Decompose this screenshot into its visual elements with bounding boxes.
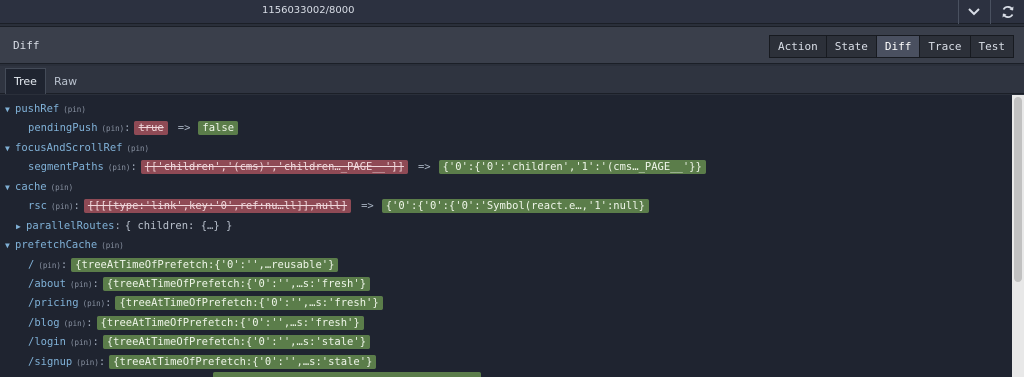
tree-node-prefetch-entry: / (pin): {treeAtTimeOfPrefetch:{'0':'',…… [28, 256, 339, 274]
node-key: /login [28, 336, 66, 348]
tree-node-focusandscrollref[interactable]: ▼ focusAndScrollRef (pin) [5, 139, 149, 157]
pin-label[interactable]: (pin) [38, 261, 61, 270]
monitor-header: Diff Action State Diff Trace Test [0, 26, 1024, 64]
pin-label[interactable]: (pin) [63, 105, 86, 114]
expanded-arrow-icon: ▼ [5, 240, 10, 250]
tree-node-rsc: rsc (pin): [[[[type:'link',key:'0',ref:n… [28, 197, 649, 215]
tab-raw[interactable]: Raw [46, 68, 85, 94]
scrollbar-thumb[interactable] [1014, 97, 1022, 282]
added-value: {treeAtTimeOfPrefetch:{'0':'',…reusable'… [71, 258, 339, 272]
tab-test[interactable]: Test [970, 36, 1013, 57]
node-key: cache [15, 181, 47, 193]
tree-node-prefetchcache[interactable]: ▼ prefetchCache (pin) [5, 236, 124, 254]
pin-label[interactable]: (pin) [126, 144, 149, 153]
node-key: /pricing [28, 297, 79, 309]
monitor-title: Diff [13, 39, 40, 52]
instance-dropdown-button[interactable] [958, 0, 988, 24]
node-key: pendingPush [28, 122, 98, 134]
removed-value: [[[[type:'link',key:'0',ref:nu…ll]],null… [83, 199, 352, 213]
tab-tree[interactable]: Tree [5, 68, 46, 94]
diff-arrow: => [361, 200, 374, 212]
removed-value: [['children','(cms)','children…_PAGE__']… [140, 160, 408, 174]
pin-label[interactable]: (pin) [64, 319, 87, 328]
diff-arrow: => [177, 122, 191, 134]
sync-button[interactable] [990, 0, 1024, 24]
pin-label[interactable]: (pin) [83, 299, 106, 308]
tab-diff[interactable]: Diff [876, 36, 921, 57]
expanded-arrow-icon: ▼ [5, 104, 10, 114]
expanded-arrow-icon: ▼ [5, 182, 10, 192]
tab-trace[interactable]: Trace [920, 36, 971, 57]
sync-icon [1002, 6, 1013, 18]
tree-node-prefetch-entry: /about (pin): {treeAtTimeOfPrefetch:{'0'… [28, 275, 371, 293]
pin-label[interactable]: (pin) [101, 241, 124, 250]
node-key: focusAndScrollRef [15, 142, 123, 154]
node-key: /about [28, 278, 66, 290]
diff-tree: ▼ pushRef (pin) pendingPush (pin): true … [0, 95, 1012, 377]
node-preview: { children: {…} } [124, 220, 233, 232]
added-value: {treeAtTimeOfPrefetch:{'0':'',…s:'fresh'… [115, 296, 383, 310]
view-tabs: Tree Raw [0, 66, 1024, 94]
node-key: pushRef [15, 103, 60, 115]
removed-value: true [134, 121, 168, 135]
tree-node-pushref[interactable]: ▼ pushRef (pin) [5, 100, 86, 118]
pin-label[interactable]: (pin) [51, 202, 74, 211]
node-key: prefetchCache [15, 239, 98, 251]
monitor-tabs: Action State Diff Trace Test [769, 35, 1014, 58]
added-value: {treeAtTimeOfPrefetch:{'0':'',…s:'stale'… [109, 355, 377, 369]
node-key: /signup [28, 356, 73, 368]
node-key: segmentPaths [28, 161, 104, 173]
node-key: parallelRoutes [26, 220, 115, 232]
node-key: /blog [28, 317, 60, 329]
expanded-arrow-icon: ▼ [5, 143, 10, 153]
tab-state[interactable]: State [826, 36, 877, 57]
added-value: {treeAtTimeOfPrefetch:{'0':'',…s:'fresh'… [102, 277, 371, 291]
tree-node-prefetch-entry-partial [213, 372, 481, 377]
tree-node-prefetch-entry: /blog (pin): {treeAtTimeOfPrefetch:{'0':… [28, 314, 364, 332]
tree-node-pendingpush: pendingPush (pin): true => false [28, 119, 239, 137]
pin-label[interactable]: (pin) [51, 183, 74, 192]
tree-node-parallelroutes[interactable]: ▶ parallelRoutes: { children: {…} } [16, 217, 232, 235]
chevron-down-icon [967, 8, 980, 16]
added-value: {'0':{'0':'children','1':'(cms…_PAGE__'}… [438, 160, 706, 174]
pin-label[interactable]: (pin) [70, 280, 93, 289]
added-value: {'0':{'0':{'0':'Symbol(react.e…,'1':null… [381, 199, 649, 213]
node-key: / [28, 259, 35, 271]
added-value: {treeAtTimeOfPrefetch:{'0':'',…s:'stale'… [102, 335, 371, 349]
vertical-scrollbar[interactable] [1012, 95, 1024, 377]
pin-label[interactable]: (pin) [102, 124, 125, 133]
added-value: false [198, 121, 239, 135]
instance-select[interactable]: 1156033002/8000 [0, 0, 956, 24]
pin-label[interactable]: (pin) [108, 163, 131, 172]
tree-node-prefetch-entry: /login (pin): {treeAtTimeOfPrefetch:{'0'… [28, 333, 371, 351]
pin-label[interactable]: (pin) [70, 338, 93, 347]
tree-node-cache[interactable]: ▼ cache (pin) [5, 178, 73, 196]
diff-arrow: => [417, 161, 431, 173]
added-value: {treeAtTimeOfPrefetch:{'0':'',…s:'fresh'… [96, 316, 364, 330]
tab-action[interactable]: Action [770, 36, 827, 57]
collapsed-arrow-icon: ▶ [16, 221, 21, 231]
node-key: rsc [28, 200, 47, 212]
tree-node-prefetch-entry: /pricing (pin): {treeAtTimeOfPrefetch:{'… [28, 294, 383, 312]
pin-label[interactable]: (pin) [76, 358, 99, 367]
instance-label: 1156033002/8000 [262, 5, 355, 16]
tree-node-segmentpaths: segmentPaths (pin): [['children','(cms)'… [28, 158, 706, 176]
tree-node-prefetch-entry: /signup (pin): {treeAtTimeOfPrefetch:{'0… [28, 353, 377, 371]
instance-bar: 1156033002/8000 [0, 0, 1024, 24]
